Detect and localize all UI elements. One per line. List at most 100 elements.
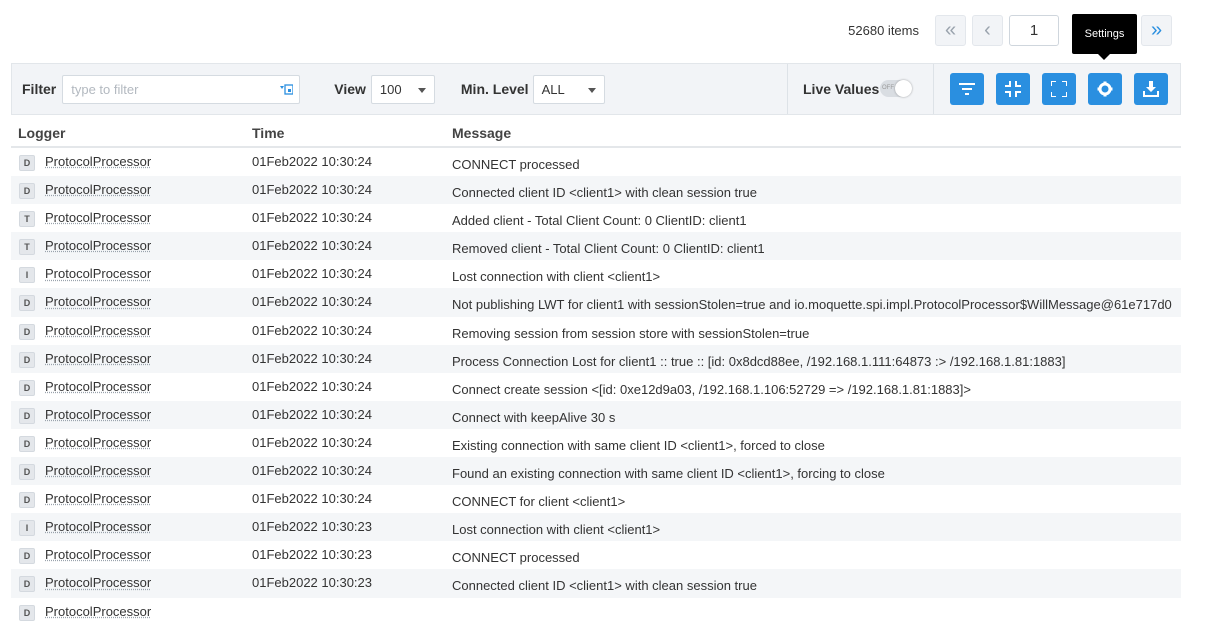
expand-icon [1051, 81, 1067, 97]
log-message: Process Connection Lost for client1 :: t… [452, 354, 1065, 369]
level-badge: D [19, 295, 35, 311]
log-message: Existing connection with same client ID … [452, 438, 825, 453]
logger-link[interactable]: ProtocolProcessor [45, 435, 151, 450]
view-select[interactable]: 100 [371, 75, 435, 104]
logger-link[interactable]: ProtocolProcessor [45, 266, 151, 281]
logger-link[interactable]: ProtocolProcessor [45, 604, 151, 619]
level-badge: D [19, 408, 35, 424]
table-row[interactable]: D ProtocolProcessor 01Feb2022 10:30:23 Conn… [11, 569, 1181, 597]
log-message: Connect create session <[id: 0xe12d9a03,… [452, 382, 971, 397]
log-message: Not publishing LWT for client1 with sess… [452, 297, 1172, 312]
first-page-button[interactable]: « [935, 15, 966, 46]
log-time: 01Feb2022 10:30:24 [252, 491, 372, 506]
logger-link[interactable]: ProtocolProcessor [45, 182, 151, 197]
filter-button[interactable] [950, 73, 984, 105]
table-row[interactable]: T ProtocolProcessor 01Feb2022 10:30:24 Adde… [11, 204, 1181, 232]
table-row[interactable]: D ProtocolProcessor 01Feb2022 10:30:24 CONN… [11, 485, 1181, 513]
logger-link[interactable]: ProtocolProcessor [45, 547, 151, 562]
log-table: Logger Time Message D ProtocolProcessor 01… [11, 120, 1181, 626]
items-count: 52680 items [848, 23, 919, 38]
table-body: D ProtocolProcessor 01Feb2022 10:30:24 CONN… [11, 148, 1181, 626]
level-badge: T [19, 239, 35, 255]
chevron-down-icon [588, 88, 596, 93]
log-message: CONNECT for client <client1> [452, 494, 625, 509]
level-badge: D [19, 352, 35, 368]
log-time: 01Feb2022 10:30:24 [252, 463, 372, 478]
table-row[interactable]: D ProtocolProcessor 01Feb2022 10:30:24 Conn… [11, 176, 1181, 204]
table-row[interactable]: D ProtocolProcessor 01Feb2022 10:30:24 Conn… [11, 401, 1181, 429]
live-values-toggle[interactable]: OFF [880, 80, 912, 97]
log-time: 01Feb2022 10:30:23 [252, 575, 372, 590]
column-header-time[interactable]: Time [252, 125, 284, 141]
log-time: 01Feb2022 10:30:24 [252, 435, 372, 450]
logger-link[interactable]: ProtocolProcessor [45, 379, 151, 394]
settings-button[interactable] [1088, 73, 1122, 105]
prev-page-button[interactable]: ‹ [972, 15, 1003, 46]
level-badge: D [19, 492, 35, 508]
logger-link[interactable]: ProtocolProcessor [45, 238, 151, 253]
table-row[interactable]: D ProtocolProcessor 01Feb2022 10:30:23 CONN… [11, 541, 1181, 569]
level-badge: T [19, 211, 35, 227]
logger-link[interactable]: ProtocolProcessor [45, 323, 151, 338]
level-badge: I [19, 267, 35, 283]
min-level-select-value: ALL [542, 82, 565, 97]
compress-icon [1005, 81, 1021, 97]
level-badge: D [19, 183, 35, 199]
log-time: 01Feb2022 10:30:24 [252, 407, 372, 422]
min-level-label: Min. Level [461, 81, 529, 97]
fullscreen-button[interactable] [1042, 73, 1076, 105]
level-badge: D [19, 548, 35, 564]
logger-link[interactable]: ProtocolProcessor [45, 519, 151, 534]
logger-link[interactable]: ProtocolProcessor [45, 463, 151, 478]
log-time: 01Feb2022 10:30:24 [252, 351, 372, 366]
logger-link[interactable]: ProtocolProcessor [45, 154, 151, 169]
filter-input[interactable] [69, 81, 273, 98]
logger-link[interactable]: ProtocolProcessor [45, 294, 151, 309]
view-label: View [334, 81, 366, 97]
table-row[interactable]: D ProtocolProcessor 01Feb2022 10:30:24 Exis… [11, 429, 1181, 457]
table-row[interactable]: D ProtocolProcessor 01Feb2022 10:30:24 Remo… [11, 317, 1181, 345]
min-level-select[interactable]: ALL [533, 75, 605, 104]
filter-icon [959, 82, 975, 96]
log-time: 01Feb2022 10:30:24 [252, 210, 372, 225]
log-time: 01Feb2022 10:30:24 [252, 154, 372, 169]
logger-link[interactable]: ProtocolProcessor [45, 575, 151, 590]
divider [787, 64, 788, 114]
column-header-logger[interactable]: Logger [18, 125, 65, 141]
collapse-button[interactable] [996, 73, 1030, 105]
gear-icon [1097, 81, 1113, 97]
level-badge: D [19, 436, 35, 452]
log-message: Lost connection with client <client1> [452, 269, 660, 284]
log-time: 01Feb2022 10:30:23 [252, 519, 372, 534]
level-badge: D [19, 324, 35, 340]
log-message: Connected client ID <client1> with clean… [452, 578, 757, 593]
table-header: Logger Time Message [11, 120, 1181, 148]
logger-link[interactable]: ProtocolProcessor [45, 351, 151, 366]
logger-link[interactable]: ProtocolProcessor [45, 210, 151, 225]
table-row[interactable]: D ProtocolProcessor 01Feb2022 10:30:24 Foun… [11, 457, 1181, 485]
table-row[interactable]: D ProtocolProcessor [11, 598, 1181, 626]
log-time: 01Feb2022 10:30:23 [252, 547, 372, 562]
download-icon [1143, 81, 1159, 97]
log-message: CONNECT processed [452, 550, 580, 565]
logger-link[interactable]: ProtocolProcessor [45, 491, 151, 506]
log-time: 01Feb2022 10:30:24 [252, 238, 372, 253]
page-number-input[interactable] [1009, 15, 1059, 46]
calendar-icon[interactable] [280, 84, 293, 95]
download-button[interactable] [1134, 73, 1168, 105]
log-message: CONNECT processed [452, 157, 580, 172]
table-row[interactable]: D ProtocolProcessor 01Feb2022 10:30:24 CONN… [11, 148, 1181, 176]
table-row[interactable]: T ProtocolProcessor 01Feb2022 10:30:24 Remo… [11, 232, 1181, 260]
table-row[interactable]: I ProtocolProcessor 01Feb2022 10:30:23 Lost… [11, 513, 1181, 541]
table-row[interactable]: D ProtocolProcessor 01Feb2022 10:30:24 Conn… [11, 373, 1181, 401]
logger-link[interactable]: ProtocolProcessor [45, 407, 151, 422]
divider [933, 64, 934, 114]
last-page-button[interactable]: » [1141, 15, 1172, 46]
filter-field[interactable] [62, 75, 300, 104]
column-header-message[interactable]: Message [452, 125, 511, 141]
log-message: Found an existing connection with same c… [452, 466, 885, 481]
log-time: 01Feb2022 10:30:24 [252, 294, 372, 309]
table-row[interactable]: D ProtocolProcessor 01Feb2022 10:30:24 Proc… [11, 345, 1181, 373]
table-row[interactable]: I ProtocolProcessor 01Feb2022 10:30:24 Lost… [11, 260, 1181, 288]
table-row[interactable]: D ProtocolProcessor 01Feb2022 10:30:24 Not … [11, 288, 1181, 316]
